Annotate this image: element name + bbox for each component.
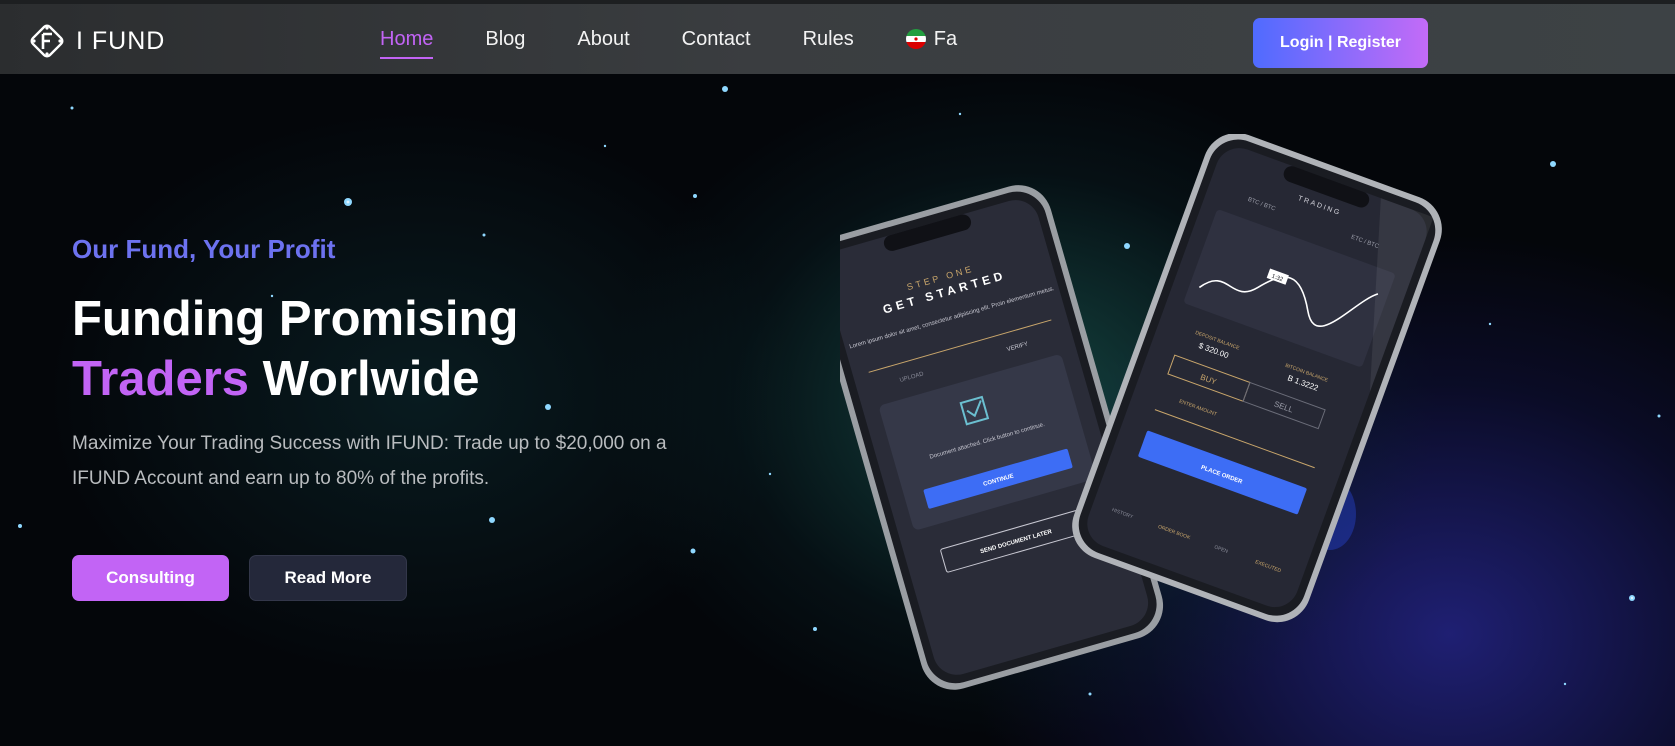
- nav-item-blog[interactable]: Blog: [485, 28, 525, 51]
- nav-item-home[interactable]: Home: [380, 28, 434, 59]
- logo[interactable]: I FUND: [28, 22, 165, 60]
- hero-section: Our Fund, Your Profit Funding Promising …: [0, 74, 1675, 746]
- hero-headline: Funding Promising Traders Worlwide: [72, 289, 518, 409]
- headline-rest: Worlwide: [249, 352, 480, 406]
- language-switcher[interactable]: Fa: [905, 27, 958, 51]
- top-navigation: I FUND Home Blog About Contact Rules Fa …: [0, 0, 1675, 74]
- nav-item-contact[interactable]: Contact: [682, 28, 751, 51]
- headline-line1: Funding Promising: [72, 292, 519, 346]
- login-register-button[interactable]: Login | Register: [1253, 18, 1428, 68]
- headline-accent: Traders: [72, 352, 250, 406]
- phones-illustration: STEP ONE GET STARTED Lorem ipsum dolor s…: [840, 134, 1442, 690]
- language-label: Fa: [933, 27, 958, 50]
- nav-item-about[interactable]: About: [577, 28, 629, 51]
- hero-tagline: Our Fund, Your Profit: [72, 234, 336, 264]
- phone-right: TRADING BTC / BTC ETC / BTC 1:32 DEPOSIT…: [1072, 134, 1442, 623]
- main-nav: Home Blog About Contact Rules Fa: [380, 4, 1009, 74]
- iran-flag-icon: [905, 29, 926, 49]
- read-more-button[interactable]: Read More: [249, 555, 407, 601]
- logo-text: I FUND: [76, 26, 166, 55]
- hero-description: Maximize Your Trading Success with IFUND…: [72, 433, 667, 489]
- consulting-button[interactable]: Consulting: [72, 555, 229, 601]
- logo-icon: [30, 24, 64, 58]
- nav-item-rules[interactable]: Rules: [803, 28, 854, 51]
